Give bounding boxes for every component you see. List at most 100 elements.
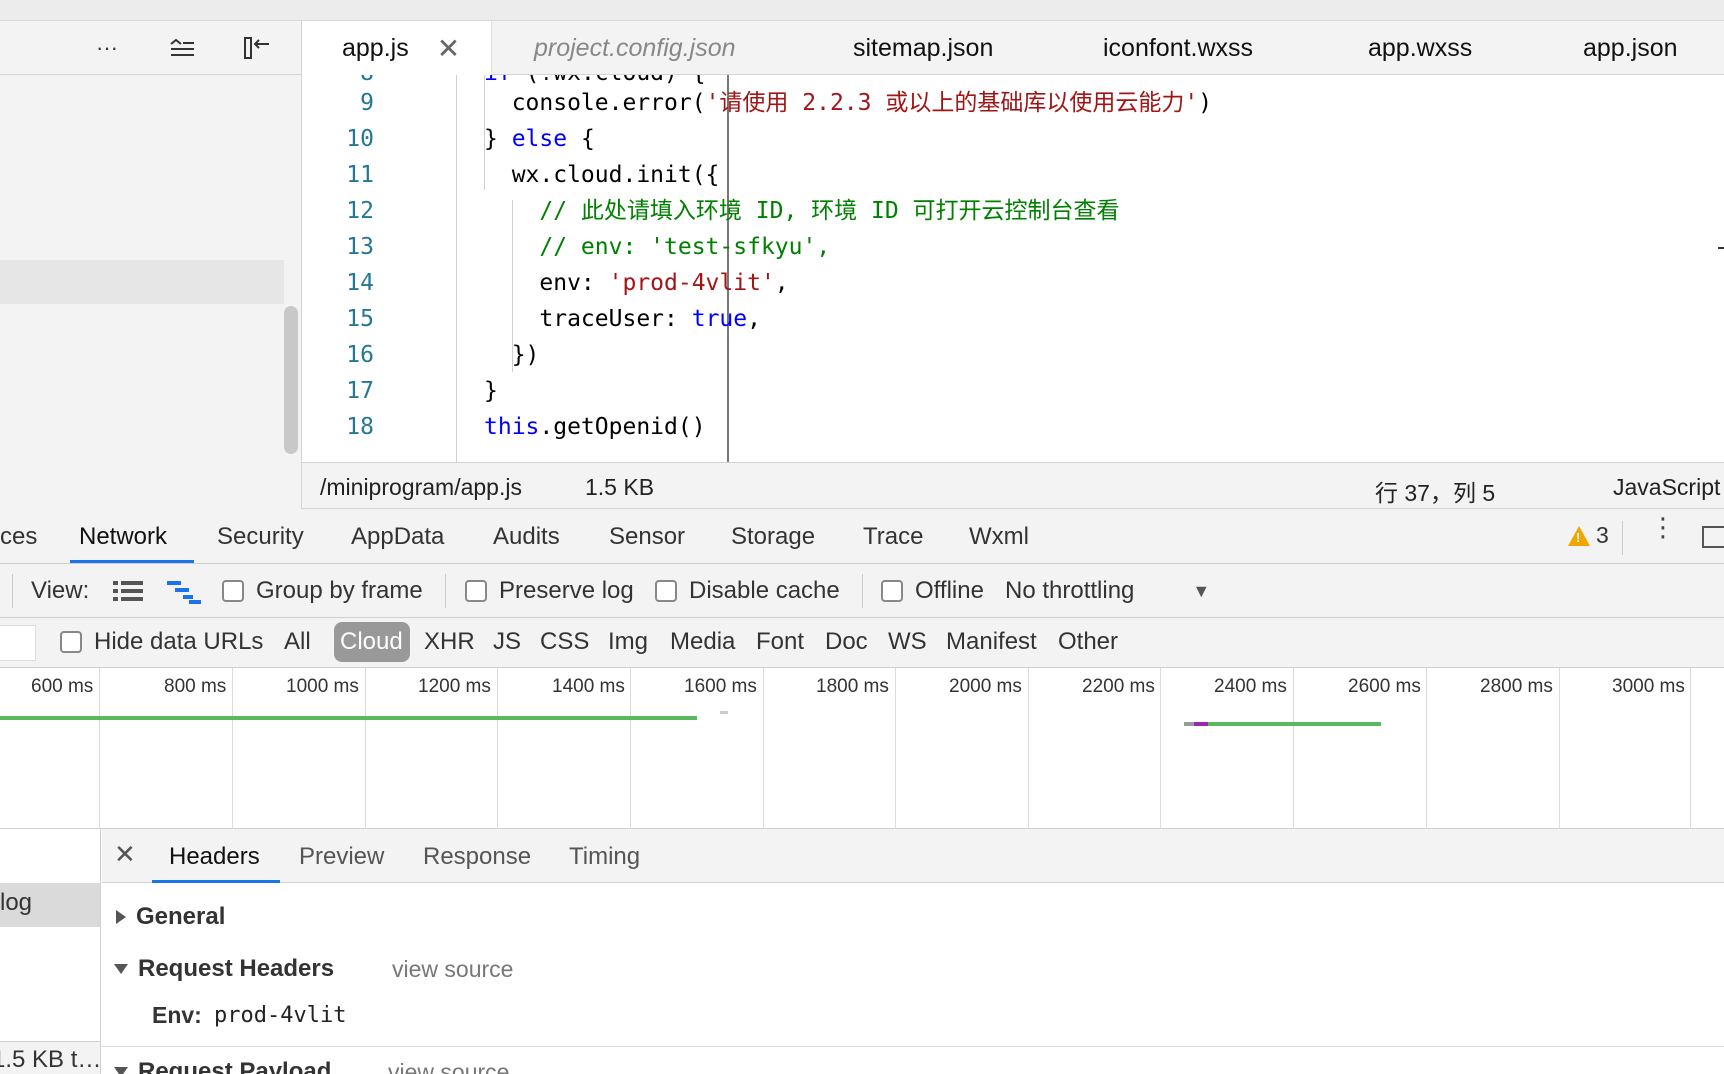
code-text: // 此处请填入环境 ID, 环境 ID 可打开云控制台查看 xyxy=(539,198,1120,224)
request-headers-section-toggle[interactable]: Request Headers xyxy=(114,955,334,983)
filter-type-img[interactable]: Img xyxy=(608,628,648,656)
code-line: 12 // 此处请填入环境 ID, 环境 ID 可打开云控制台查看 xyxy=(302,193,1724,229)
tab-timing[interactable]: Timing xyxy=(569,843,640,871)
network-timeline-overview[interactable]: 600 ms 800 ms 1000 ms 1200 ms 1400 ms 16… xyxy=(0,668,1724,829)
expand-arrow-icon xyxy=(116,910,126,924)
timeline-tick-label: 2600 ms xyxy=(1348,676,1421,697)
disable-cache-label: Disable cache xyxy=(689,577,840,604)
editor-tab-sitemap[interactable]: sitemap.json xyxy=(853,21,993,75)
timeline-tick-label: 2800 ms xyxy=(1480,676,1553,697)
summary-text: 1.5 KB t… xyxy=(0,1046,100,1073)
timeline-tick-label: 1600 ms xyxy=(684,676,757,697)
editor-tab-iconfont[interactable]: iconfont.wxss xyxy=(1103,21,1253,75)
toolbar-divider xyxy=(1622,521,1623,555)
filter-type-font[interactable]: Font xyxy=(756,628,804,656)
editor-tab-app-json[interactable]: app.json xyxy=(1583,21,1678,75)
warning-count: 3 xyxy=(1596,522,1609,548)
code-line: 10} else { xyxy=(302,121,1724,157)
group-by-frame-toggle[interactable]: Group by frame xyxy=(222,577,423,605)
warning-counter[interactable]: 3 xyxy=(1568,522,1609,549)
undock-icon[interactable] xyxy=(1702,526,1724,548)
filter-input[interactable] xyxy=(0,625,36,661)
collapse-arrow-icon xyxy=(114,1067,128,1074)
editor-tab-app-js[interactable]: app.js ✕ xyxy=(302,21,492,76)
timeline-gridline xyxy=(1028,668,1029,829)
group-by-frame-checkbox[interactable] xyxy=(222,580,244,602)
code-line: 16 }) xyxy=(302,337,1724,373)
more-options-icon[interactable]: ··· xyxy=(92,35,122,61)
explorer-toolbar: ··· xyxy=(0,21,301,75)
preserve-log-toggle[interactable]: Preserve log xyxy=(465,577,634,605)
tab-sensor[interactable]: Sensor xyxy=(609,523,685,551)
toolbar-divider xyxy=(862,574,863,608)
timeline-gridline xyxy=(99,668,100,829)
tab-security[interactable]: Security xyxy=(217,523,304,551)
view-source-link[interactable]: view source xyxy=(392,956,513,983)
language-mode[interactable]: JavaScript xyxy=(1613,474,1720,501)
timeline-tick-label: 600 ms xyxy=(31,676,94,697)
offline-toggle[interactable]: Offline xyxy=(881,577,984,605)
tab-headers[interactable]: Headers xyxy=(169,843,260,871)
tab-trace[interactable]: Trace xyxy=(863,523,923,551)
waterfall-view-icon[interactable] xyxy=(167,580,201,604)
disable-cache-toggle[interactable]: Disable cache xyxy=(655,577,840,605)
overview-ruler-mark xyxy=(1718,247,1724,249)
toggle-sidebar-icon[interactable] xyxy=(242,35,272,61)
editor-tab-project-config[interactable]: project.config.json xyxy=(534,21,736,75)
filter-type-ws[interactable]: WS xyxy=(888,628,927,656)
section-title: General xyxy=(136,903,226,930)
offline-label: Offline xyxy=(915,577,984,604)
timeline-tick-label: 1400 ms xyxy=(552,676,625,697)
tab-sources[interactable]: ces xyxy=(0,523,37,551)
hide-data-urls-toggle[interactable]: Hide data URLs xyxy=(60,628,263,656)
filter-type-doc[interactable]: Doc xyxy=(825,628,868,656)
request-payload-section-toggle[interactable]: Request Payload xyxy=(114,1058,331,1074)
filter-type-xhr[interactable]: XHR xyxy=(424,628,475,656)
preserve-log-checkbox[interactable] xyxy=(465,580,487,602)
filter-type-manifest[interactable]: Manifest xyxy=(946,628,1037,656)
code-text: } else { xyxy=(484,126,595,152)
line-number: 13 xyxy=(346,234,374,260)
filter-type-other[interactable]: Other xyxy=(1058,628,1118,656)
request-timing-bar xyxy=(1184,722,1194,726)
filter-type-js[interactable]: JS xyxy=(493,628,521,656)
filter-type-all[interactable]: All xyxy=(284,628,311,656)
kebab-menu-icon[interactable]: ⋮ xyxy=(1650,514,1676,540)
editor-tab-label: app.json xyxy=(1583,33,1678,62)
editor-status-bar: /miniprogram/app.js 1.5 KB 行 37，列 5 Java… xyxy=(302,462,1724,509)
tab-response[interactable]: Response xyxy=(423,843,531,871)
tab-wxml[interactable]: Wxml xyxy=(969,523,1029,551)
general-section-toggle[interactable]: General xyxy=(116,903,225,931)
explorer-scrollbar[interactable] xyxy=(284,306,298,454)
filter-type-cloud[interactable]: Cloud xyxy=(340,628,403,656)
disable-cache-checkbox[interactable] xyxy=(655,580,677,602)
request-row-selected[interactable]: log xyxy=(0,883,100,927)
tab-storage[interactable]: Storage xyxy=(731,523,815,551)
timeline-gridline xyxy=(1559,668,1560,829)
request-timing-bar xyxy=(1194,722,1208,726)
explorer-selected-row[interactable] xyxy=(0,260,284,304)
code-editor[interactable]: 8if (!wx.cloud) {9 console.error('请使用 2.… xyxy=(302,75,1724,462)
timeline-gridline xyxy=(365,668,366,829)
throttling-select[interactable]: No throttling ▼ xyxy=(1005,577,1210,605)
line-number: 17 xyxy=(346,378,374,404)
tab-audits[interactable]: Audits xyxy=(493,523,560,551)
timeline-gridline xyxy=(232,668,233,829)
collapse-all-icon[interactable] xyxy=(167,35,197,61)
view-source-link[interactable]: view source xyxy=(388,1059,509,1074)
filter-type-css[interactable]: CSS xyxy=(540,628,589,656)
tab-preview[interactable]: Preview xyxy=(299,843,384,871)
close-icon[interactable]: ✕ xyxy=(114,839,136,870)
code-text: }) xyxy=(484,342,540,368)
hide-data-urls-checkbox[interactable] xyxy=(60,631,82,653)
editor-tab-app-wxss[interactable]: app.wxss xyxy=(1368,21,1472,75)
offline-checkbox[interactable] xyxy=(881,580,903,602)
tab-network[interactable]: Network xyxy=(79,523,167,551)
code-line: 14 env: 'prod-4vlit', xyxy=(302,265,1724,301)
filter-type-media[interactable]: Media xyxy=(670,628,735,656)
list-view-icon[interactable] xyxy=(113,580,143,602)
cursor-position[interactable]: 行 37，列 5 xyxy=(1375,474,1495,508)
tab-appdata[interactable]: AppData xyxy=(351,523,444,551)
close-icon[interactable]: ✕ xyxy=(437,32,460,65)
line-number: 14 xyxy=(346,270,374,296)
